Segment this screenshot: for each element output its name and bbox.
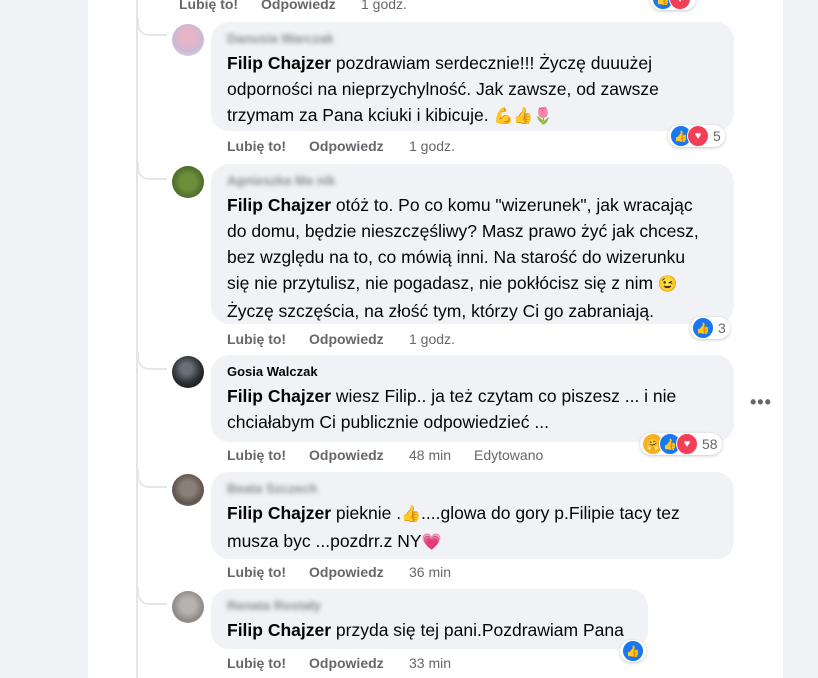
- reply-link[interactable]: Odpowiedz: [261, 0, 336, 12]
- reaction-count: 58: [702, 436, 718, 452]
- comment-actions: Lubię to! Odpowiedz 1 godz.: [227, 138, 527, 156]
- reaction-summary[interactable]: 🤗 👍 ♥ 58: [640, 433, 722, 455]
- more-options-icon[interactable]: •••: [750, 392, 772, 413]
- emoji: 💗: [421, 534, 442, 551]
- like-link[interactable]: Lubię to!: [227, 447, 286, 463]
- comment-text: Filip Chajzer pieknie .👍....glowa do gor…: [227, 503, 680, 551]
- comment-bubble: Agnieszka Ma nik Filip Chajzer otóż to. …: [211, 164, 734, 324]
- right-background: [783, 0, 818, 678]
- comment-bubble: Beata Szczech Filip Chajzer pieknie .👍..…: [211, 472, 734, 559]
- comment-time[interactable]: 1 godz.: [361, 0, 407, 12]
- comment-time[interactable]: 33 min: [409, 655, 451, 671]
- reply-link[interactable]: Odpowiedz: [309, 138, 384, 154]
- comment-text: Filip Chajzer otóż to. Po co komu "wizer…: [227, 195, 699, 321]
- mention-link[interactable]: Filip Chajzer: [227, 53, 331, 73]
- reply-connector: [137, 18, 167, 36]
- edited-label: Edytowano: [474, 447, 544, 463]
- avatar[interactable]: [172, 356, 204, 388]
- reply-link[interactable]: Odpowiedz: [309, 331, 384, 347]
- like-link[interactable]: Lubię to!: [227, 564, 286, 580]
- like-link[interactable]: Lubię to!: [227, 331, 286, 347]
- comment-actions: Lubię to! Odpowiedz 1 godz.: [227, 331, 527, 349]
- comment-bubble: Danusia Warczak Filip Chajzer pozdrawiam…: [211, 22, 734, 131]
- comment-actions: Lubię to! Odpowiedz 33 min: [227, 655, 527, 673]
- reaction-summary[interactable]: 👍 ♥ 5: [668, 125, 725, 147]
- comment-time[interactable]: 1 godz.: [409, 138, 455, 154]
- reply-link[interactable]: Odpowiedz: [309, 447, 384, 463]
- comment-author[interactable]: Renata Rostały: [227, 598, 321, 613]
- prev-comment-actions: Lubię to! Odpowiedz 1 godz.: [179, 0, 479, 14]
- comment-time[interactable]: 48 min: [409, 447, 451, 463]
- reply-connector: [137, 352, 167, 370]
- reaction-summary[interactable]: 👍 3: [690, 317, 730, 339]
- emoji: 😉: [657, 276, 678, 293]
- comment-author[interactable]: Agnieszka Ma nik: [227, 173, 335, 188]
- avatar[interactable]: [172, 474, 204, 506]
- comment-author[interactable]: Danusia Warczak: [227, 31, 333, 46]
- comment-time[interactable]: 36 min: [409, 564, 451, 580]
- mention-link[interactable]: Filip Chajzer: [227, 503, 331, 523]
- reply-link[interactable]: Odpowiedz: [309, 564, 384, 580]
- love-reaction-icon: ♥: [669, 0, 691, 10]
- comment-bubble: Gosia Walczak Filip Chajzer wiesz Filip.…: [211, 355, 734, 442]
- reaction-summary[interactable]: 👍: [620, 640, 646, 662]
- like-link[interactable]: Lubię to!: [179, 0, 238, 12]
- comment-author[interactable]: Beata Szczech: [227, 481, 317, 496]
- reply-connector: [137, 162, 167, 180]
- avatar[interactable]: [172, 24, 204, 56]
- comment-author[interactable]: Gosia Walczak: [227, 364, 318, 379]
- comment-text: Filip Chajzer pozdrawiam serdecznie!!! Ż…: [227, 53, 659, 125]
- mention-link[interactable]: Filip Chajzer: [227, 620, 331, 640]
- emoji: 👍: [401, 506, 422, 523]
- avatar[interactable]: [172, 591, 204, 623]
- comment-bubble: Renata Rostały Filip Chajzer przyda się …: [211, 589, 648, 649]
- reply-connector: [137, 470, 167, 488]
- like-reaction-icon: 👍: [692, 317, 714, 339]
- reply-connector: [137, 587, 167, 605]
- reaction-count: 3: [718, 320, 726, 336]
- comment-time[interactable]: 1 godz.: [409, 331, 455, 347]
- comment-actions: Lubię to! Odpowiedz 48 min Edytowano: [227, 447, 587, 465]
- avatar[interactable]: [172, 166, 204, 198]
- like-link[interactable]: Lubię to!: [227, 655, 286, 671]
- prev-reaction-summary[interactable]: 👍 ♥: [650, 0, 696, 10]
- like-link[interactable]: Lubię to!: [227, 138, 286, 154]
- mention-link[interactable]: Filip Chajzer: [227, 195, 331, 215]
- comment-text: Filip Chajzer przyda się tej pani.Pozdra…: [227, 620, 624, 640]
- love-reaction-icon: ♥: [687, 125, 709, 147]
- reply-link[interactable]: Odpowiedz: [309, 655, 384, 671]
- reaction-count: 5: [713, 128, 721, 144]
- like-reaction-icon: 👍: [622, 640, 644, 662]
- mention-link[interactable]: Filip Chajzer: [227, 386, 331, 406]
- love-reaction-icon: ♥: [676, 433, 698, 455]
- thread-line: [136, 0, 138, 678]
- comment-actions: Lubię to! Odpowiedz 36 min: [227, 564, 527, 582]
- emoji: 💪👍🌷: [493, 108, 554, 125]
- comment-text: Filip Chajzer wiesz Filip.. ja też czyta…: [227, 386, 677, 432]
